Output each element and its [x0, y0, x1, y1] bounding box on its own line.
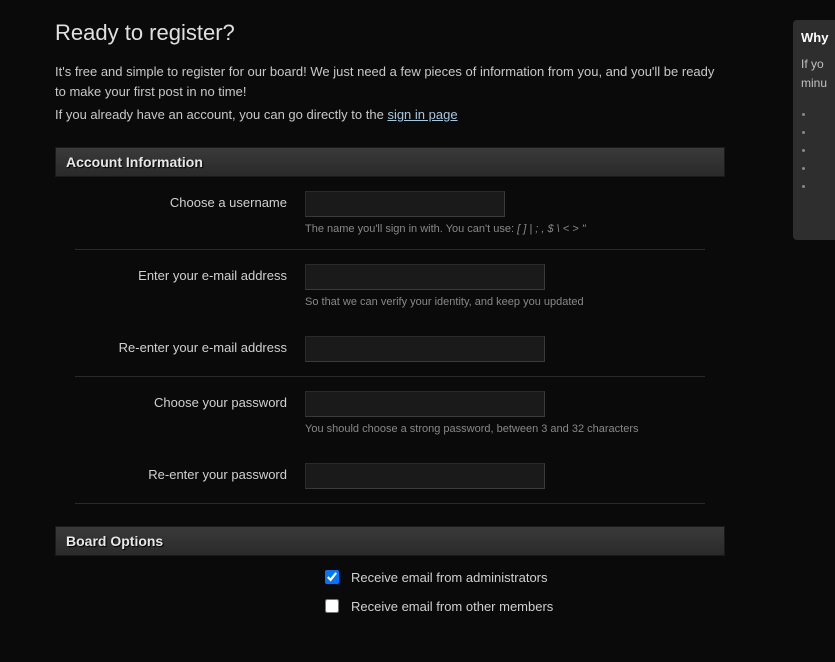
- sidebar-bullet: [815, 127, 827, 139]
- form-row-password: Choose your password You should choose a…: [75, 377, 705, 449]
- input-password-confirm[interactable]: [305, 463, 545, 489]
- label-password: Choose your password: [75, 391, 305, 410]
- section-header-board-options: Board Options: [55, 526, 725, 556]
- sidebar-bullet: [815, 163, 827, 175]
- form-row-password-confirm: Re-enter your password: [75, 449, 705, 504]
- sidebar-text-1: If yo: [801, 55, 827, 74]
- sidebar-list: [815, 109, 827, 193]
- label-email-confirm: Re-enter your e-mail address: [75, 336, 305, 355]
- intro-text-2: If you already have an account, you can …: [55, 105, 725, 125]
- label-username: Choose a username: [75, 191, 305, 210]
- label-password-confirm: Re-enter your password: [75, 463, 305, 482]
- help-password: You should choose a strong password, bet…: [305, 423, 705, 435]
- intro-text-prefix: If you already have an account, you can …: [55, 107, 387, 122]
- sidebar-bullet: [815, 109, 827, 121]
- sidebar-title: Why: [801, 30, 827, 45]
- intro-text-1: It's free and simple to register for our…: [55, 62, 725, 101]
- form-row-username: Choose a username The name you'll sign i…: [75, 177, 705, 250]
- help-username: The name you'll sign in with. You can't …: [305, 223, 705, 235]
- label-email: Enter your e-mail address: [75, 264, 305, 283]
- sidebar-panel: Why If yo minu: [793, 20, 835, 240]
- sidebar-text-2: minu: [801, 74, 827, 93]
- checkbox-admin-email[interactable]: [325, 570, 339, 584]
- label-admin-email[interactable]: Receive email from administrators: [351, 570, 548, 585]
- sign-in-link[interactable]: sign in page: [387, 107, 457, 122]
- help-email: So that we can verify your identity, and…: [305, 296, 705, 308]
- checkbox-row-admin-email: Receive email from administrators: [325, 570, 705, 585]
- input-email[interactable]: [305, 264, 545, 290]
- input-email-confirm[interactable]: [305, 336, 545, 362]
- input-username[interactable]: [305, 191, 505, 217]
- page-title: Ready to register?: [55, 20, 725, 46]
- registration-form-panel: Ready to register? It's free and simple …: [0, 0, 780, 662]
- form-row-email-confirm: Re-enter your e-mail address: [75, 322, 705, 377]
- sidebar-bullet: [815, 145, 827, 157]
- input-password[interactable]: [305, 391, 545, 417]
- form-row-email: Enter your e-mail address So that we can…: [75, 250, 705, 322]
- checkbox-row-member-email: Receive email from other members: [325, 599, 705, 614]
- board-options-wrap: Receive email from administrators Receiv…: [305, 556, 725, 642]
- section-header-account: Account Information: [55, 147, 725, 177]
- sidebar-bullet: [815, 181, 827, 193]
- label-member-email[interactable]: Receive email from other members: [351, 599, 553, 614]
- checkbox-member-email[interactable]: [325, 599, 339, 613]
